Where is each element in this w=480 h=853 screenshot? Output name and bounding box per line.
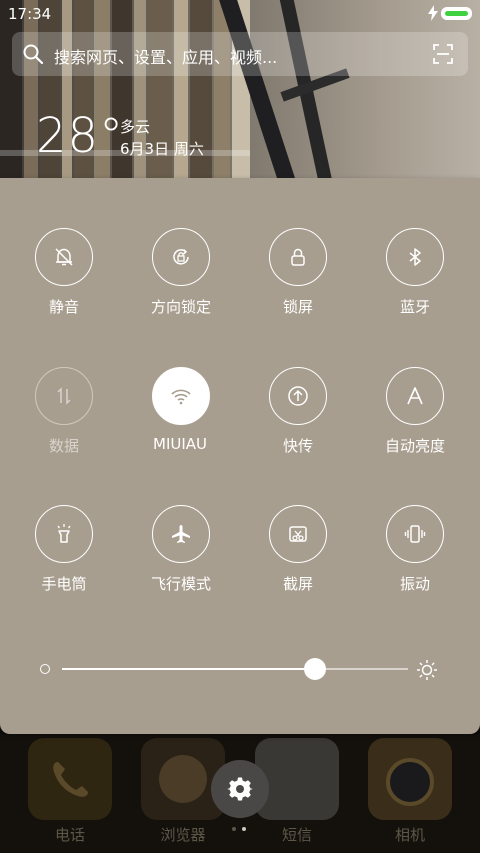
lock-icon (291, 248, 305, 266)
toggle-label: 静音 (48, 298, 79, 316)
toggle-circle[interactable] (152, 505, 210, 563)
flashlight-icon (57, 524, 71, 543)
toggle-label: 数据 (48, 437, 79, 455)
toggle-vibrate[interactable]: 振动 (365, 505, 465, 615)
camera-icon (368, 738, 452, 820)
charging-icon (428, 5, 438, 21)
brightness-fill (62, 668, 315, 670)
toggle-flashlight[interactable]: 手电筒 (14, 505, 114, 615)
toggle-bluetooth[interactable]: 蓝牙 (365, 228, 465, 338)
search-bar[interactable]: 搜索网页、设置、应用、视频... (12, 32, 468, 76)
toggle-circle[interactable] (269, 367, 327, 425)
toggle-circle[interactable] (269, 228, 327, 286)
toggle-quick-transfer[interactable]: 快传 (248, 367, 348, 477)
app-label: 电话 (54, 826, 85, 844)
status-bar: 17:34 (0, 0, 480, 28)
toggle-circle[interactable] (269, 505, 327, 563)
toggle-airplane-mode[interactable]: 飞行模式 (131, 505, 231, 615)
brightness-slider[interactable] (40, 656, 444, 684)
toggle-lock-screen[interactable]: 锁屏 (248, 228, 348, 338)
app-phone[interactable]: 电话 (28, 738, 112, 844)
app-messages[interactable]: 短信 (255, 738, 339, 844)
message-icon (255, 738, 339, 820)
screen: 17:34 搜索网页、设置、应用、视频... 28° 多云 6月3日 周六 电话 (0, 0, 480, 853)
settings-button[interactable] (211, 760, 269, 818)
toggle-label: 方向锁定 (150, 298, 211, 316)
toggle-label: 截屏 (282, 575, 313, 593)
quick-settings-panel: 静音 方向锁定 锁屏 蓝牙 数据 MIUIAU 快传 自动亮度 手电筒 飞行模式… (0, 178, 480, 734)
toggle-rotation-lock[interactable]: 方向锁定 (131, 228, 231, 338)
phone-icon (28, 738, 112, 820)
toggle-label: 手电筒 (41, 575, 87, 593)
bell-off-icon (55, 248, 73, 266)
gear-icon (227, 777, 253, 801)
auto-brightness-icon (407, 387, 423, 405)
toggle-circle[interactable] (152, 228, 210, 286)
search-icon (23, 44, 44, 65)
brightness-low-icon (40, 664, 50, 674)
toggle-circle[interactable] (35, 505, 93, 563)
toggle-label: 蓝牙 (399, 298, 430, 316)
page-indicator-dot-active (242, 827, 246, 831)
airplane-icon (172, 525, 190, 543)
toggle-auto-brightness[interactable]: 自动亮度 (365, 367, 465, 477)
battery-level-fill (445, 11, 468, 16)
rotation-lock-icon (173, 248, 189, 265)
search-placeholder[interactable]: 搜索网页、设置、应用、视频... (54, 44, 277, 68)
toggle-mobile-data[interactable]: 数据 (14, 367, 114, 477)
toggle-circle[interactable] (35, 367, 93, 425)
scan-icon[interactable] (432, 43, 454, 65)
app-label: 浏览器 (160, 826, 206, 844)
toggle-circle[interactable] (386, 367, 444, 425)
toggle-label: 振动 (399, 575, 430, 593)
brightness-track[interactable] (62, 658, 408, 680)
weather-condition: 多云 (120, 118, 151, 136)
temperature[interactable]: 28° (36, 108, 124, 164)
toggle-screenshot[interactable]: 截屏 (248, 505, 348, 615)
app-label: 相机 (394, 826, 425, 844)
brightness-high-icon (417, 660, 437, 680)
brightness-thumb[interactable] (303, 658, 326, 680)
toggle-label: MIUIAU (153, 435, 208, 453)
toggle-label: 快传 (282, 437, 313, 455)
clock: 17:34 (8, 5, 52, 23)
bluetooth-icon (409, 248, 421, 266)
toggle-label: 锁屏 (282, 298, 313, 316)
toggle-mute[interactable]: 静音 (14, 228, 114, 338)
page-indicator-dot (232, 827, 236, 831)
screenshot-icon (289, 526, 307, 542)
quick-transfer-icon (288, 386, 308, 406)
app-label: 短信 (281, 826, 312, 844)
toggle-circle[interactable] (35, 228, 93, 286)
toggle-wifi[interactable]: MIUIAU (131, 367, 231, 477)
battery-icon (441, 7, 472, 20)
vibrate-icon (404, 525, 426, 543)
weather-date: 6月3日 周六 (120, 140, 204, 158)
wifi-icon (171, 389, 191, 405)
mobile-data-icon (57, 387, 71, 405)
toggle-label: 飞行模式 (150, 575, 211, 593)
toggle-circle[interactable] (386, 228, 444, 286)
app-camera[interactable]: 相机 (368, 738, 452, 844)
toggle-circle[interactable] (386, 505, 444, 563)
toggle-circle[interactable] (152, 367, 210, 425)
toggle-label: 自动亮度 (384, 437, 445, 455)
